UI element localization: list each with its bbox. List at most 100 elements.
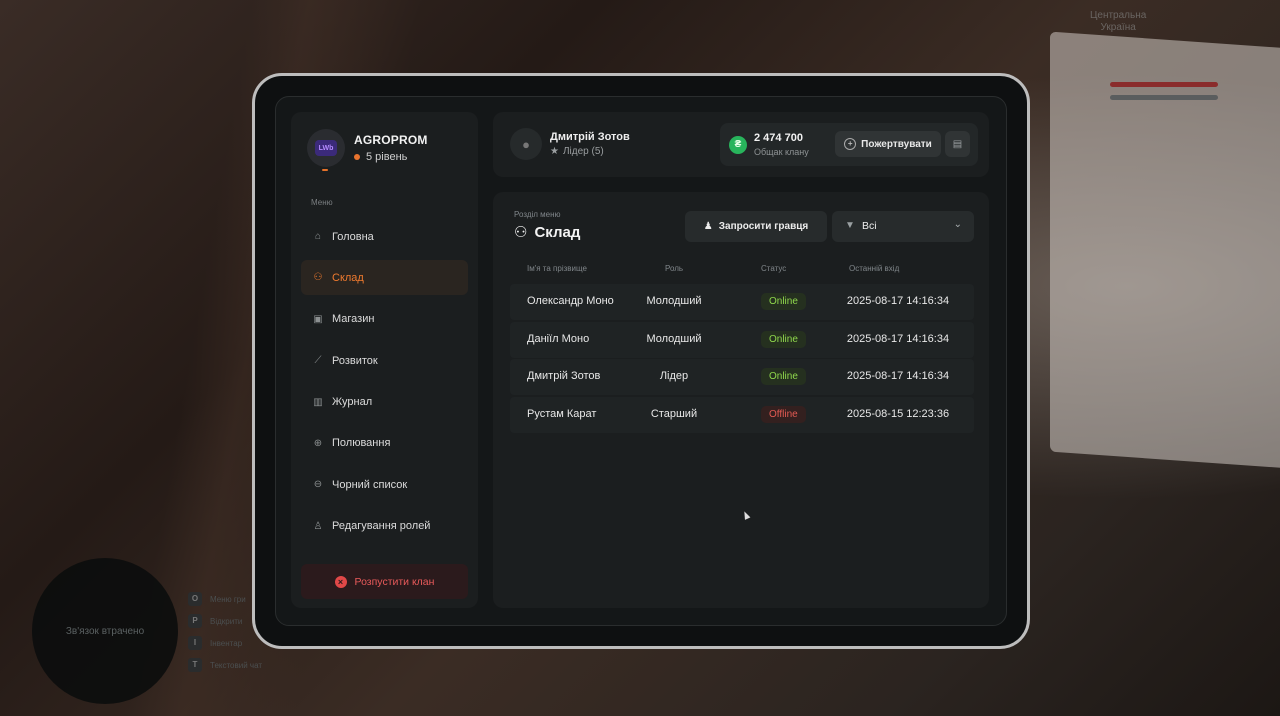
sidebar-item-label: Журнал xyxy=(332,396,373,409)
health-bar xyxy=(1110,82,1218,87)
book-icon: ▥ xyxy=(313,396,323,408)
member-name: Дмитрій Зотов xyxy=(527,370,601,382)
keyhint: I Інвентар xyxy=(188,632,262,654)
keyhint-key: P xyxy=(188,614,202,628)
treasury-amount: 2 474 700 xyxy=(754,132,803,144)
disband-clan-button[interactable]: × Розпустити клан xyxy=(301,564,468,599)
sidebar-item-label: Склад xyxy=(332,271,364,284)
member-role: Молодший xyxy=(646,295,702,307)
menu-title: Меню xyxy=(311,198,333,207)
minimap-status-text: Зв'язок втрачено xyxy=(65,626,145,637)
last-login: 2025-08-17 14:16:34 xyxy=(846,332,950,345)
page-title: ⚇ Склад xyxy=(514,223,580,242)
shop-icon: ▣ xyxy=(313,313,323,325)
clan-name: AGROPROM xyxy=(354,133,428,147)
keyhints: O Меню гри P Відкрити I Інвентар T Текстовий… xyxy=(188,588,262,676)
column-header-name: Ім'я та прізвище xyxy=(527,264,587,273)
last-login: 2025-08-15 12:23:36 xyxy=(846,407,950,420)
clan-logo: LWb xyxy=(307,129,345,171)
sidebar-item-members[interactable]: ⚇ Склад xyxy=(301,260,468,296)
keyhint-label: Текстовий чат xyxy=(210,660,263,670)
keyhint-key: T xyxy=(188,658,202,672)
user-edit-icon: ♙ xyxy=(313,520,323,532)
member-role: Лідер xyxy=(659,370,689,382)
status-badge: Online xyxy=(761,293,806,310)
filter-value: Всі xyxy=(862,220,877,232)
clan-header: LWb AGROPROM 5 рівень xyxy=(307,129,428,171)
invite-player-button[interactable]: ♟ Запросити гравця xyxy=(685,211,827,242)
clan-level: 5 рівень xyxy=(354,151,428,163)
sidebar-item-label: Чорний список xyxy=(332,478,408,491)
last-login: 2025-08-17 14:16:34 xyxy=(846,370,950,382)
add-user-icon: ♟ xyxy=(703,221,713,232)
user-icon: ● xyxy=(522,136,530,152)
clan-treasury: ₴ 2 474 700 Общак клану + Пожертвувати ▤ xyxy=(720,123,978,166)
sidebar-item-home[interactable]: ⌂ Головна xyxy=(301,219,468,254)
sidebar-item-label: Полювання xyxy=(332,437,391,450)
level-dot-icon xyxy=(354,154,360,160)
status-bars xyxy=(1110,82,1218,108)
blocked-icon: ⊖ xyxy=(313,479,323,491)
column-header-status: Статус xyxy=(761,264,787,273)
status-badge: Offline xyxy=(761,405,806,423)
user-name: Дмитрій Зотов xyxy=(550,131,630,143)
plus-circle-icon: + xyxy=(844,138,857,150)
user-role-text: Лідер (5) xyxy=(562,146,604,157)
gift-button[interactable]: ▤ xyxy=(945,131,970,157)
members-icon: ⚇ xyxy=(313,272,323,284)
invite-player-label: Запросити гравця xyxy=(718,221,809,232)
table-row[interactable]: Рустам Карат Старший Offline 2025-08-15 … xyxy=(510,396,974,433)
keyhint: T Текстовий чат xyxy=(188,654,262,676)
role-filter-select[interactable]: ▼ Всі ⌄ xyxy=(832,211,974,242)
member-name: Даніїл Моно xyxy=(527,332,590,345)
chevron-down-icon: ⌄ xyxy=(953,219,962,230)
sidebar-item-development[interactable]: ⟋ Розвиток xyxy=(301,343,468,378)
table-row[interactable]: Дмитрій Зотов Лідер Online 2025-08-17 14… xyxy=(510,359,974,395)
sidebar-item-shop[interactable]: ▣ Магазин xyxy=(301,302,468,337)
avatar: ● xyxy=(510,128,542,160)
close-icon: × xyxy=(334,575,347,588)
member-role: Молодший xyxy=(646,332,702,345)
keyhint: O Меню гри xyxy=(188,588,262,610)
profile-header: ● Дмитрій Зотов ★ Лідер (5) ₴ 2 474 700 … xyxy=(493,112,989,177)
donate-button[interactable]: + Пожертвувати xyxy=(835,131,941,157)
home-icon: ⌂ xyxy=(314,231,322,242)
keyhint-key: O xyxy=(188,592,202,606)
sidebar-item-label: Головна xyxy=(332,230,374,243)
clan-logo-text: LWb xyxy=(315,140,337,156)
keyhint-key: I xyxy=(188,636,202,650)
members-icon: ⚇ xyxy=(514,224,528,241)
crosshair-icon: ⊕ xyxy=(313,437,323,449)
filter-icon: ▼ xyxy=(845,220,855,231)
table-row[interactable]: Олександр Моно Молодший Online 2025-08-1… xyxy=(510,284,974,320)
user-role: ★ Лідер (5) xyxy=(550,146,630,157)
sidebar-item-hunting[interactable]: ⊕ Полювання xyxy=(301,426,468,461)
keyhint: P Відкрити xyxy=(188,610,262,632)
table-row[interactable]: Даніїл Моно Молодший Online 2025-08-17 1… xyxy=(510,321,974,358)
hryvnia-coin-icon: ₴ xyxy=(729,136,747,154)
column-header-role: Роль xyxy=(665,264,684,273)
current-user: ● Дмитрій Зотов ★ Лідер (5) xyxy=(510,128,630,160)
keyhint-label: Меню гри xyxy=(210,594,246,604)
member-name: Рустам Карат xyxy=(527,407,597,420)
last-login: 2025-08-17 14:16:34 xyxy=(846,295,950,307)
members-table: Олександр Моно Молодший Online 2025-08-1… xyxy=(510,284,974,434)
region-line-2: Україна xyxy=(1100,22,1136,33)
sidebar-item-blacklist[interactable]: ⊖ Чорний список xyxy=(301,467,468,502)
keyhint-label: Відкрити xyxy=(210,616,243,626)
keyhint-label: Інвентар xyxy=(210,638,243,648)
gift-icon: ▤ xyxy=(952,138,963,150)
armor-bar xyxy=(1110,95,1218,100)
sidebar-item-label: Магазин xyxy=(332,313,375,326)
donate-label: Пожертвувати xyxy=(861,138,932,150)
clan-level-text: 5 рівень xyxy=(366,151,408,163)
sidebar-item-edit-roles[interactable]: ♙ Редагування ролей xyxy=(301,509,468,544)
column-header-last-login: Останній вхід xyxy=(849,264,900,273)
region-line-1: Центральна xyxy=(1090,10,1147,21)
sidebar-item-label: Редагування ролей xyxy=(332,520,431,533)
sidebar-menu: ⌂ Головна ⚇ Склад ▣ Магазин ⟋ Розвиток ▥… xyxy=(301,219,468,550)
sidebar-item-journal[interactable]: ▥ Журнал xyxy=(301,385,468,420)
disband-clan-label: Розпустити клан xyxy=(354,575,435,588)
chart-icon: ⟋ xyxy=(314,355,322,367)
member-role: Старший xyxy=(650,407,698,420)
